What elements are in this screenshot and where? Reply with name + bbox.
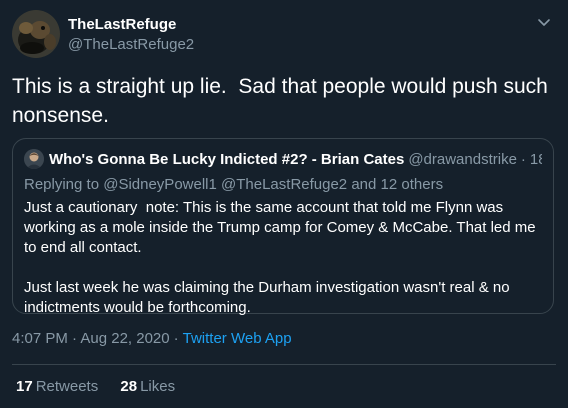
tweet-meta: 4:07 PM · Aug 22, 2020 · Twitter Web App <box>12 329 292 349</box>
reply-mention-thelastrefuge2[interactable]: @TheLastRefuge2 <box>221 176 347 193</box>
quoted-author-avatar <box>24 149 44 169</box>
likes-count: 28 <box>120 378 138 395</box>
quoted-display-name[interactable]: Who's Gonna Be Lucky Indicted #2? - Bria… <box>49 151 404 168</box>
replying-to: Replying to @SidneyPowell1 @TheLastRefug… <box>24 175 542 195</box>
retweets-stat[interactable]: 17 Retweets <box>16 378 98 395</box>
author-display-name[interactable]: TheLastRefuge <box>68 15 194 35</box>
tweet-text: This is a straight up lie. Sad that peop… <box>12 75 554 127</box>
quoted-time[interactable]: 18m <box>530 151 542 168</box>
quoted-tweet-text: Just a cautionary note: This is the same… <box>24 199 536 316</box>
meta-separator: · <box>173 330 179 347</box>
quoted-handle[interactable]: @drawandstrike <box>408 151 517 168</box>
chevron-down-icon[interactable] <box>536 14 552 30</box>
quoted-tweet[interactable]: Who's Gonna Be Lucky Indicted #2? - Bria… <box>12 138 554 316</box>
tweet-stats: 17 Retweets 28 Likes <box>16 377 175 397</box>
tweet-card: TheLastRefuge @TheLastRefuge2 This is a … <box>0 0 568 408</box>
quoted-tweet-header: Who's Gonna Be Lucky Indicted #2? - Bria… <box>24 149 542 169</box>
tweet-source[interactable]: Twitter Web App <box>183 330 292 347</box>
likes-label: Likes <box>140 378 176 395</box>
retweets-count: 17 <box>16 378 33 395</box>
tweet-header: TheLastRefuge @TheLastRefuge2 <box>12 10 556 60</box>
retweets-label: Retweets <box>35 378 99 395</box>
reply-others[interactable]: and 12 others <box>351 176 443 193</box>
author-handle[interactable]: @TheLastRefuge2 <box>68 35 194 55</box>
quoted-separator: · <box>520 150 526 168</box>
tweet-timestamp[interactable]: 4:07 PM · Aug 22, 2020 <box>12 330 170 347</box>
divider <box>12 364 556 365</box>
author-avatar[interactable] <box>12 10 60 58</box>
reply-mention-sidneypowell1[interactable]: @SidneyPowell1 <box>103 176 217 193</box>
likes-stat[interactable]: 28 Likes <box>120 378 175 395</box>
replying-to-prefix: Replying to <box>24 176 100 193</box>
